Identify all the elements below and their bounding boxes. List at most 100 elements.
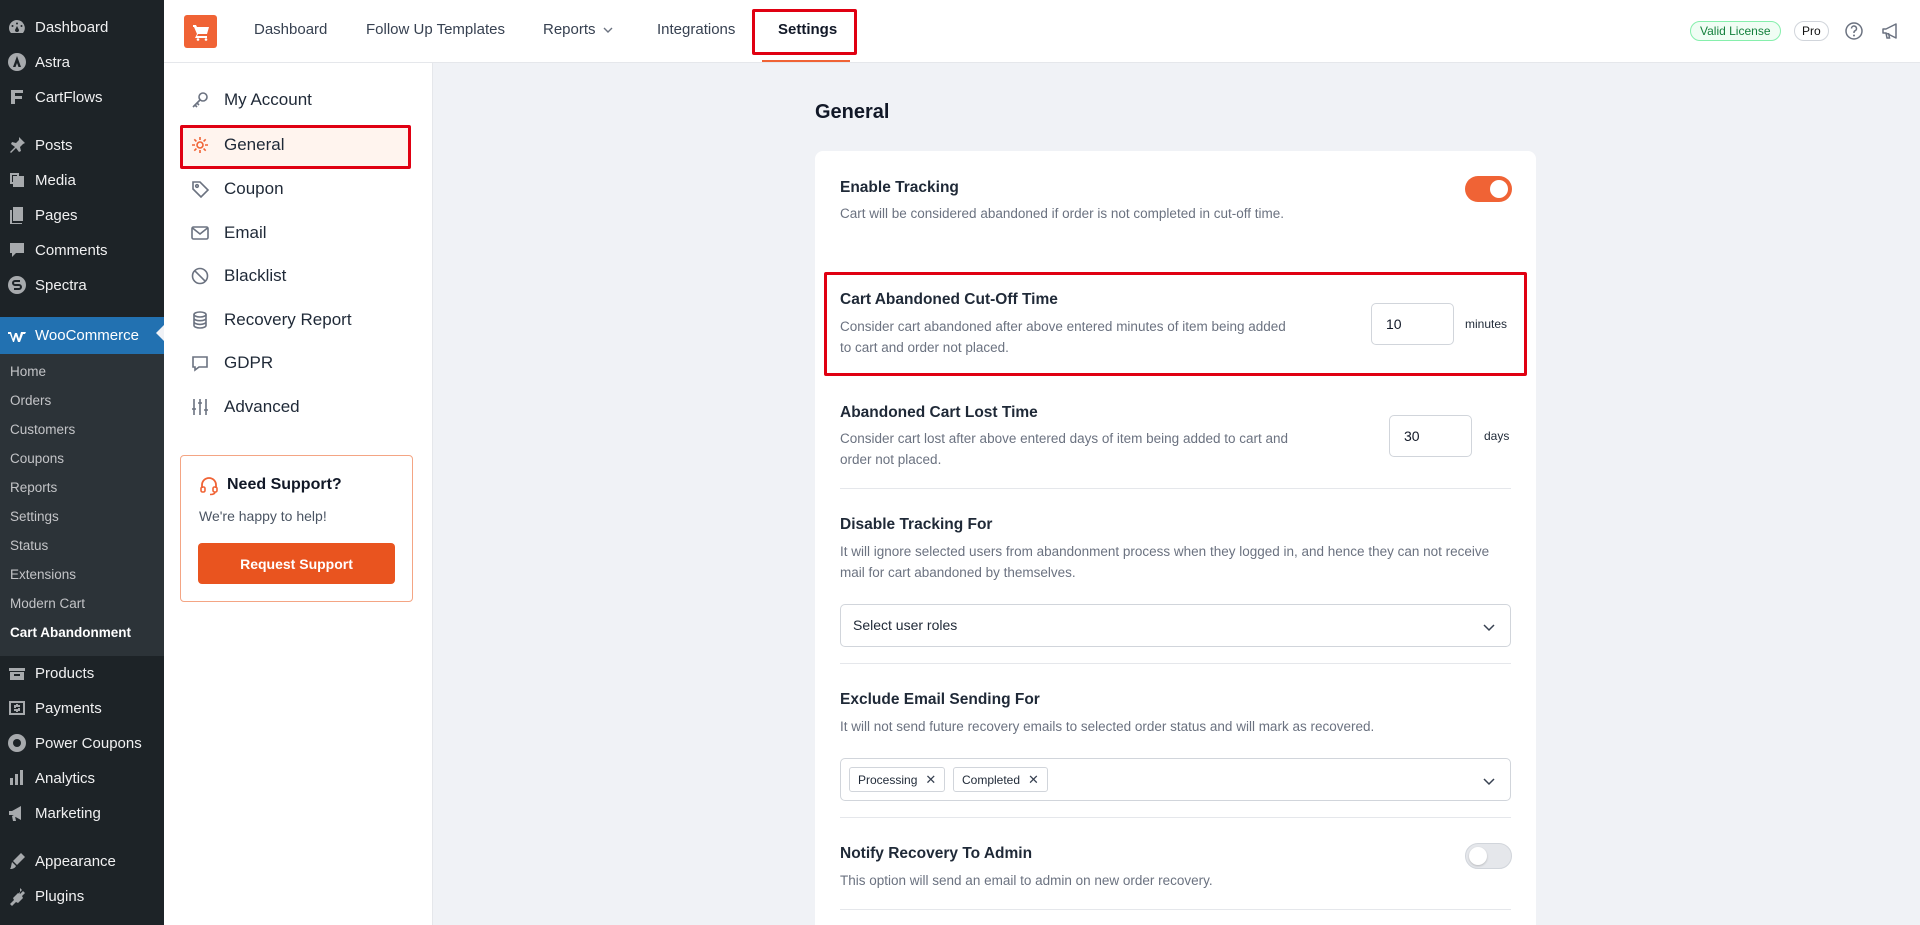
toggle-knob xyxy=(1490,180,1508,198)
wp-menu-pages[interactable]: Pages xyxy=(0,199,164,231)
support-card: Need Support? We're happy to help! Reque… xyxy=(180,455,413,602)
wp-submenu-home[interactable]: Home xyxy=(10,364,46,379)
license-badge: Valid License xyxy=(1690,21,1781,41)
disable-tracking-desc: It will ignore selected users from aband… xyxy=(840,544,1490,580)
wp-submenu-reports[interactable]: Reports xyxy=(10,480,57,495)
subnav-coupon[interactable]: Coupon xyxy=(190,177,284,201)
wp-menu-astra[interactable]: Astra xyxy=(0,46,164,78)
remove-chip-icon[interactable]: ✕ xyxy=(1028,772,1039,788)
plugins-icon xyxy=(6,885,28,907)
headset-icon xyxy=(200,477,218,496)
request-support-button[interactable]: Request Support xyxy=(198,543,395,584)
wp-submenu-coupons[interactable]: Coupons xyxy=(10,451,64,466)
astra-icon xyxy=(6,51,28,73)
megaphone-icon[interactable] xyxy=(1880,20,1902,42)
plugin-topbar: Dashboard Follow Up Templates Reports In… xyxy=(164,0,1920,63)
disable-tracking-title: Disable Tracking For xyxy=(840,516,993,533)
appearance-icon xyxy=(6,850,28,872)
nav-integrations[interactable]: Integrations xyxy=(657,21,735,38)
wp-submenu-status[interactable]: Status xyxy=(10,538,48,553)
enable-tracking-toggle[interactable] xyxy=(1465,176,1512,202)
wp-menu-dashboard[interactable]: Dashboard xyxy=(0,11,164,43)
wp-menu-appearance[interactable]: Appearance xyxy=(0,845,164,877)
subnav-recovery-report[interactable]: Recovery Report xyxy=(190,308,352,332)
comments-icon xyxy=(6,239,28,261)
subnav-email[interactable]: Email xyxy=(190,221,267,245)
nav-reports[interactable]: Reports xyxy=(543,21,614,38)
wp-menu-media[interactable]: Media xyxy=(0,164,164,196)
wp-submenu-orders[interactable]: Orders xyxy=(10,393,51,408)
payments-icon xyxy=(6,697,28,719)
sliders-icon xyxy=(192,399,208,415)
settings-highlight-box xyxy=(752,9,857,55)
wp-menu-posts[interactable]: Posts xyxy=(0,129,164,161)
divider xyxy=(840,817,1511,818)
wp-admin-sidebar: Dashboard Astra CartFlows Posts Media Pa… xyxy=(0,0,164,925)
wp-menu-marketing[interactable]: Marketing xyxy=(0,797,164,829)
lost-time-input[interactable]: 30 xyxy=(1389,415,1472,457)
nav-dashboard[interactable]: Dashboard xyxy=(254,21,327,38)
help-icon[interactable] xyxy=(1843,20,1865,42)
remove-chip-icon[interactable]: ✕ xyxy=(925,772,936,788)
pro-badge: Pro xyxy=(1794,21,1829,41)
wp-submenu-cart-abandonment[interactable]: Cart Abandonment xyxy=(10,625,131,640)
nav-follow-up-templates[interactable]: Follow Up Templates xyxy=(366,21,505,38)
wp-menu-cartflows[interactable]: CartFlows xyxy=(0,81,164,113)
products-icon xyxy=(6,662,28,684)
status-chip-completed: Completed ✕ xyxy=(953,767,1048,792)
power-coupons-icon xyxy=(6,732,28,754)
order-status-select[interactable]: Processing ✕ Completed ✕ xyxy=(840,758,1511,801)
pages-icon xyxy=(6,204,28,226)
enable-tracking-desc: Cart will be considered abandoned if ord… xyxy=(840,206,1284,221)
wp-menu-comments[interactable]: Comments xyxy=(0,234,164,266)
wp-submenu-modern-cart[interactable]: Modern Cart xyxy=(10,596,85,611)
analytics-icon xyxy=(6,767,28,789)
wp-menu-payments[interactable]: Payments xyxy=(0,692,164,724)
notify-admin-toggle[interactable] xyxy=(1465,843,1512,869)
toggle-knob xyxy=(1469,847,1487,865)
status-chip-processing: Processing ✕ xyxy=(849,767,946,792)
cart-abandonment-logo[interactable] xyxy=(184,15,217,48)
settings-active-underline xyxy=(762,60,850,62)
notify-admin-title: Notify Recovery To Admin xyxy=(840,845,1033,862)
wp-menu-power-coupons[interactable]: Power Coupons xyxy=(0,727,164,759)
woocommerce-icon xyxy=(6,325,28,347)
marketing-icon xyxy=(6,802,28,824)
notify-admin-desc: This option will send an email to admin … xyxy=(840,873,1213,888)
exclude-email-title: Exclude Email Sending For xyxy=(840,691,1040,708)
user-roles-select[interactable]: Select user roles xyxy=(840,604,1511,647)
exclude-email-desc: It will not send future recovery emails … xyxy=(840,719,1375,734)
divider xyxy=(840,488,1511,489)
gear-icon xyxy=(192,137,208,153)
subnav-general[interactable]: General xyxy=(190,133,284,157)
chat-bubble-icon xyxy=(192,356,208,372)
settings-subnav: My Account General Coupon Email Blacklis… xyxy=(164,63,433,925)
dashboard-icon xyxy=(6,16,28,38)
wp-submenu-extensions[interactable]: Extensions xyxy=(10,567,76,582)
subnav-gdpr[interactable]: GDPR xyxy=(190,351,273,375)
cartflows-icon xyxy=(6,86,28,108)
key-icon xyxy=(192,92,208,108)
wp-submenu-customers[interactable]: Customers xyxy=(10,422,75,437)
page-title: General xyxy=(815,101,890,123)
cart-icon xyxy=(192,24,209,41)
wp-menu-products[interactable]: Products xyxy=(0,657,164,689)
general-settings-card: Enable Tracking Cart will be considered … xyxy=(815,151,1536,925)
subnav-my-account[interactable]: My Account xyxy=(190,88,312,112)
wp-submenu-settings[interactable]: Settings xyxy=(10,509,59,524)
chevron-down-icon xyxy=(603,27,613,33)
wp-menu-spectra[interactable]: Spectra xyxy=(0,269,164,301)
chevron-down-icon xyxy=(1483,624,1495,632)
wp-menu-plugins[interactable]: Plugins xyxy=(0,880,164,912)
lost-time-desc: Consider cart lost after above entered d… xyxy=(840,431,1289,467)
media-icon xyxy=(6,169,28,191)
lost-time-unit: days xyxy=(1484,429,1510,443)
wp-menu-analytics[interactable]: Analytics xyxy=(0,762,164,794)
envelope-icon xyxy=(191,226,209,240)
spectra-icon xyxy=(6,274,28,296)
subnav-advanced[interactable]: Advanced xyxy=(190,395,300,419)
subnav-blacklist[interactable]: Blacklist xyxy=(190,264,286,288)
user-roles-placeholder: Select user roles xyxy=(853,617,958,633)
wp-menu-woocommerce[interactable]: WooCommerce xyxy=(0,317,164,354)
support-subtitle: We're happy to help! xyxy=(199,508,327,524)
